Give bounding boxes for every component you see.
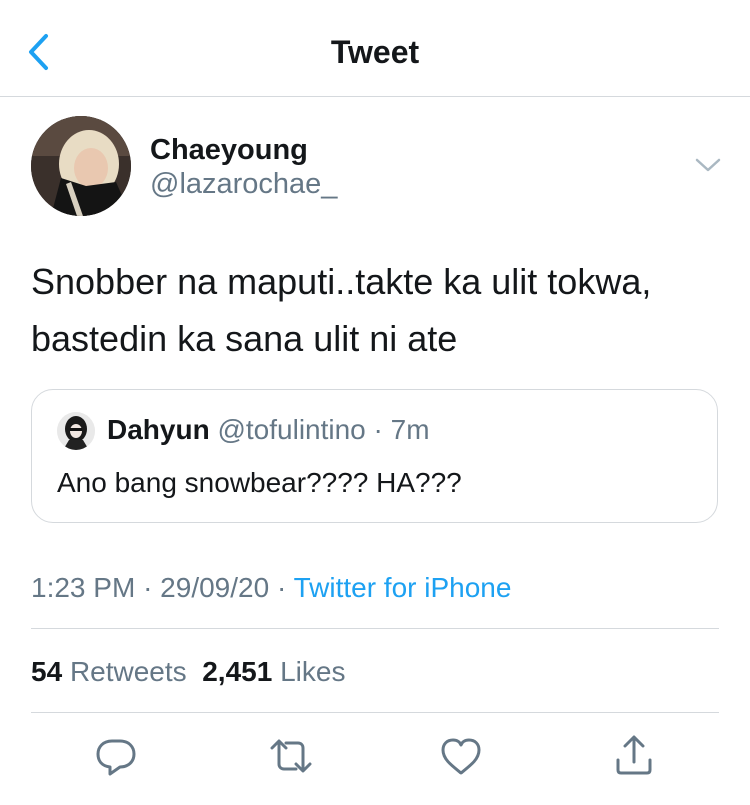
divider — [31, 628, 719, 629]
like-icon — [441, 738, 481, 775]
tweet-stats: 54 Retweets 2,451 Likes — [31, 654, 345, 690]
quoted-header: Dahyun @tofulintino · 7m — [107, 412, 430, 448]
retweets-stat[interactable]: 54 Retweets — [31, 656, 187, 687]
quoted-handle: @tofulintino — [217, 414, 366, 445]
author-avatar[interactable] — [31, 116, 131, 216]
meta-separator-1: · — [143, 572, 153, 603]
author-display-name[interactable]: Chaeyoung — [150, 132, 308, 168]
tweet-text-line-2: bastedin ka sana ulit ni ate — [31, 318, 458, 359]
share-icon — [616, 735, 652, 775]
quoted-tweet-card[interactable]: Dahyun @tofulintino · 7m Ano bang snowbe… — [31, 389, 718, 523]
retweets-count: 54 — [31, 656, 63, 687]
quoted-text: Ano bang snowbear???? HA??? — [57, 467, 462, 498]
quoted-avatar-photo — [57, 412, 95, 450]
tweet-text: Snobber na maputi..takte ka ulit tokwa, … — [31, 253, 731, 367]
chevron-down-icon — [695, 158, 721, 172]
more-options-button[interactable] — [694, 154, 722, 176]
like-button[interactable] — [437, 732, 485, 780]
tweet-text-line-1: Snobber na maputi..takte ka ulit tokwa, — [31, 261, 652, 302]
tweet-meta: 1:23 PM · 29/09/20 · Twitter for iPhone — [31, 570, 511, 606]
likes-label: Likes — [280, 656, 346, 687]
reply-button[interactable] — [92, 732, 140, 780]
retweet-button[interactable] — [267, 732, 315, 780]
tweet-date: 29/09/20 — [160, 572, 270, 603]
quoted-display-name: Dahyun — [107, 414, 210, 445]
retweets-label: Retweets — [69, 656, 187, 687]
header-bar: Tweet — [0, 0, 750, 97]
tweet-source-link[interactable]: Twitter for iPhone — [294, 572, 512, 603]
tweet-time: 1:23 PM — [31, 572, 136, 603]
author-handle[interactable]: @lazarochae_ — [150, 166, 337, 202]
retweet-icon — [270, 739, 312, 773]
meta-separator-2: · — [276, 572, 287, 603]
avatar-photo — [31, 116, 131, 216]
divider — [31, 712, 719, 713]
quoted-separator: · — [373, 414, 383, 445]
reply-icon — [96, 739, 136, 776]
share-button[interactable] — [610, 732, 658, 780]
likes-stat[interactable]: 2,451 Likes — [202, 656, 345, 687]
likes-count: 2,451 — [202, 656, 273, 687]
quoted-author-avatar — [57, 412, 95, 450]
page-title: Tweet — [330, 34, 420, 70]
quoted-time: 7m — [390, 414, 430, 445]
